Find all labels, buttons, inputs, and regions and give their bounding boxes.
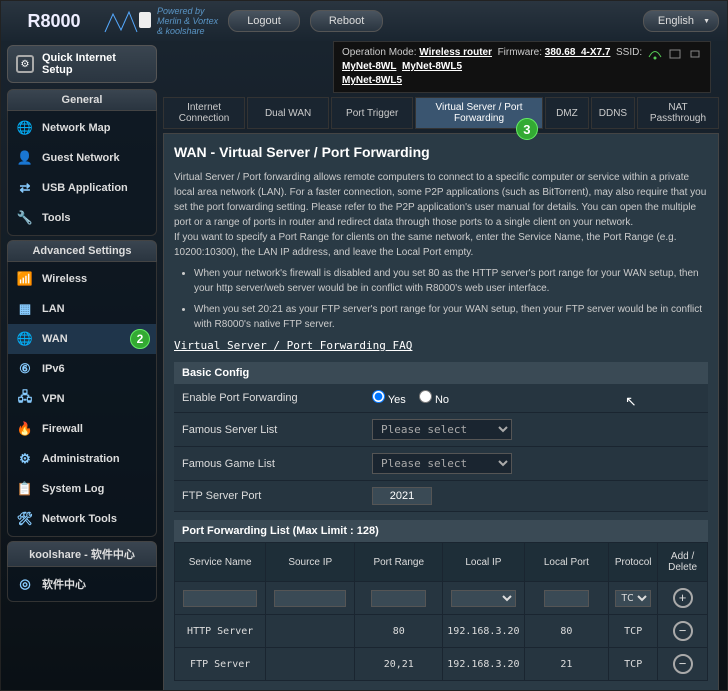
nav-administration[interactable]: ⚙Administration	[8, 444, 156, 474]
nav-network-tools[interactable]: 🛠Network Tools	[8, 504, 156, 534]
nav-system-log[interactable]: 📋System Log	[8, 474, 156, 504]
col-service: Service Name	[175, 543, 266, 582]
nav-vpn[interactable]: 🖧VPN	[8, 384, 156, 414]
tab-ddns[interactable]: DDNS	[591, 97, 635, 129]
delete-button[interactable]: −	[673, 654, 693, 674]
guest-icon: 👤	[16, 149, 34, 167]
pf-row: HTTP Server 80 192.168.3.20 80 TCP −	[175, 615, 708, 648]
col-source-ip: Source IP	[266, 543, 355, 582]
tools-icon: 🛠	[16, 510, 34, 528]
logo: R8000	[9, 11, 99, 32]
usb-status-icon[interactable]	[688, 48, 702, 60]
usb-icon: ⇄	[16, 179, 34, 197]
ssid-link-3[interactable]: MyNet-8WL5	[342, 75, 402, 86]
badge-3: 3	[516, 118, 538, 140]
pf-table: Service Name Source IP Port Range Local …	[174, 542, 708, 681]
col-local-ip: Local IP	[443, 543, 524, 582]
famous-server-label: Famous Server List	[182, 424, 372, 436]
inp-source-ip[interactable]	[274, 590, 346, 607]
basic-config-header: Basic Config	[174, 362, 708, 384]
section-advanced: Advanced Settings	[7, 240, 157, 262]
sidebar: ⚙ Quick InternetSetup General 🌐Network M…	[1, 41, 163, 690]
inp-service[interactable]	[183, 590, 257, 607]
pf-list-header: Port Forwarding List (Max Limit : 128)	[174, 520, 708, 542]
faq-link[interactable]: Virtual Server / Port Forwarding FAQ	[174, 339, 412, 352]
delete-button[interactable]: −	[673, 621, 693, 641]
language-dropdown[interactable]: English	[643, 10, 719, 32]
col-local-port: Local Port	[524, 543, 609, 582]
enable-no[interactable]: No	[419, 394, 449, 406]
tab-port-forwarding[interactable]: Virtual Server / Port Forwarding3	[415, 97, 543, 129]
sim-status-icon[interactable]	[668, 48, 682, 60]
inp-protocol[interactable]: TCP	[615, 590, 651, 607]
enable-pf-label: Enable Port Forwarding	[182, 392, 372, 404]
famous-server-select[interactable]: Please select	[372, 419, 512, 440]
nav-lan[interactable]: ▦LAN	[8, 294, 156, 324]
tab-nat-passthrough[interactable]: NAT Passthrough	[637, 97, 719, 129]
description: Virtual Server / Port forwarding allows …	[174, 170, 708, 354]
col-add-delete: Add / Delete	[658, 543, 708, 582]
add-button[interactable]: +	[673, 588, 693, 608]
wifi-status-icon[interactable]	[648, 48, 662, 60]
logout-button[interactable]: Logout	[228, 10, 300, 32]
inp-local-port[interactable]	[544, 590, 589, 607]
section-general: General	[7, 89, 157, 111]
nav-wireless[interactable]: 📶Wireless	[8, 264, 156, 294]
ssid-link-1[interactable]: MyNet-8WL	[342, 61, 396, 72]
main: Operation Mode: Wireless router Firmware…	[163, 41, 727, 690]
content-panel: WAN - Virtual Server / Port Forwarding V…	[163, 133, 719, 690]
wifi-icon: 📶	[16, 270, 34, 288]
gear-icon: ⚙	[16, 55, 34, 73]
tab-internet-connection[interactable]: Internet Connection	[163, 97, 245, 129]
wrench-icon: 🔧	[16, 209, 34, 227]
famous-game-label: Famous Game List	[182, 458, 372, 470]
page-title: WAN - Virtual Server / Port Forwarding	[174, 144, 708, 160]
wan-icon: 🌐	[16, 330, 34, 348]
nav-software-center[interactable]: ◎软件中心	[8, 569, 156, 599]
tab-port-trigger[interactable]: Port Trigger	[331, 97, 413, 129]
nav-firewall[interactable]: 🔥Firewall	[8, 414, 156, 444]
pf-row: FTP Server 20,21 192.168.3.20 21 TCP −	[175, 648, 708, 681]
famous-game-select[interactable]: Please select	[372, 453, 512, 474]
nav-wan[interactable]: 🌐WAN2	[8, 324, 156, 354]
ftp-port-label: FTP Server Port	[182, 490, 372, 502]
nav-ipv6[interactable]: ⑥IPv6	[8, 354, 156, 384]
ftp-port-input[interactable]	[372, 487, 432, 505]
pf-input-row: TCP +	[175, 582, 708, 615]
col-port-range: Port Range	[355, 543, 443, 582]
reboot-button[interactable]: Reboot	[310, 10, 383, 32]
globe-icon: 🌐	[16, 119, 34, 137]
log-icon: 📋	[16, 480, 34, 498]
quick-internet-setup[interactable]: ⚙ Quick InternetSetup	[7, 45, 157, 83]
tab-dmz[interactable]: DMZ	[545, 97, 589, 129]
nav-usb-application[interactable]: ⇄USB Application	[8, 173, 156, 203]
nav-guest-network[interactable]: 👤Guest Network	[8, 143, 156, 173]
enable-yes[interactable]: Yes	[372, 394, 406, 406]
lan-icon: ▦	[16, 300, 34, 318]
ssid-link-2[interactable]: MyNet-8WL5	[402, 61, 462, 72]
op-mode-link[interactable]: Wireless router	[419, 47, 492, 58]
nav-tools[interactable]: 🔧Tools	[8, 203, 156, 233]
inp-local-ip[interactable]	[451, 590, 516, 607]
admin-icon: ⚙	[16, 450, 34, 468]
tab-dual-wan[interactable]: Dual WAN	[247, 97, 329, 129]
ipv6-icon: ⑥	[16, 360, 34, 378]
info-bar: Operation Mode: Wireless router Firmware…	[333, 41, 711, 93]
col-protocol: Protocol	[609, 543, 658, 582]
inp-port-range[interactable]	[371, 590, 426, 607]
section-koolshare: koolshare - 软件中心	[7, 541, 157, 567]
vpn-icon: 🖧	[16, 390, 34, 408]
firmware-link[interactable]: 380.68_4-X7.7	[545, 47, 611, 58]
powered-by: Powered by Merlin & Vortex & koolshare	[157, 6, 218, 36]
software-icon: ◎	[16, 575, 34, 593]
nav-network-map[interactable]: 🌐Network Map	[8, 113, 156, 143]
tab-bar: Internet Connection Dual WAN Port Trigge…	[163, 97, 719, 129]
firewall-icon: 🔥	[16, 420, 34, 438]
badge-2: 2	[130, 329, 150, 349]
header: R8000 Powered by Merlin & Vortex & kools…	[1, 1, 727, 41]
logo-art	[103, 6, 153, 36]
